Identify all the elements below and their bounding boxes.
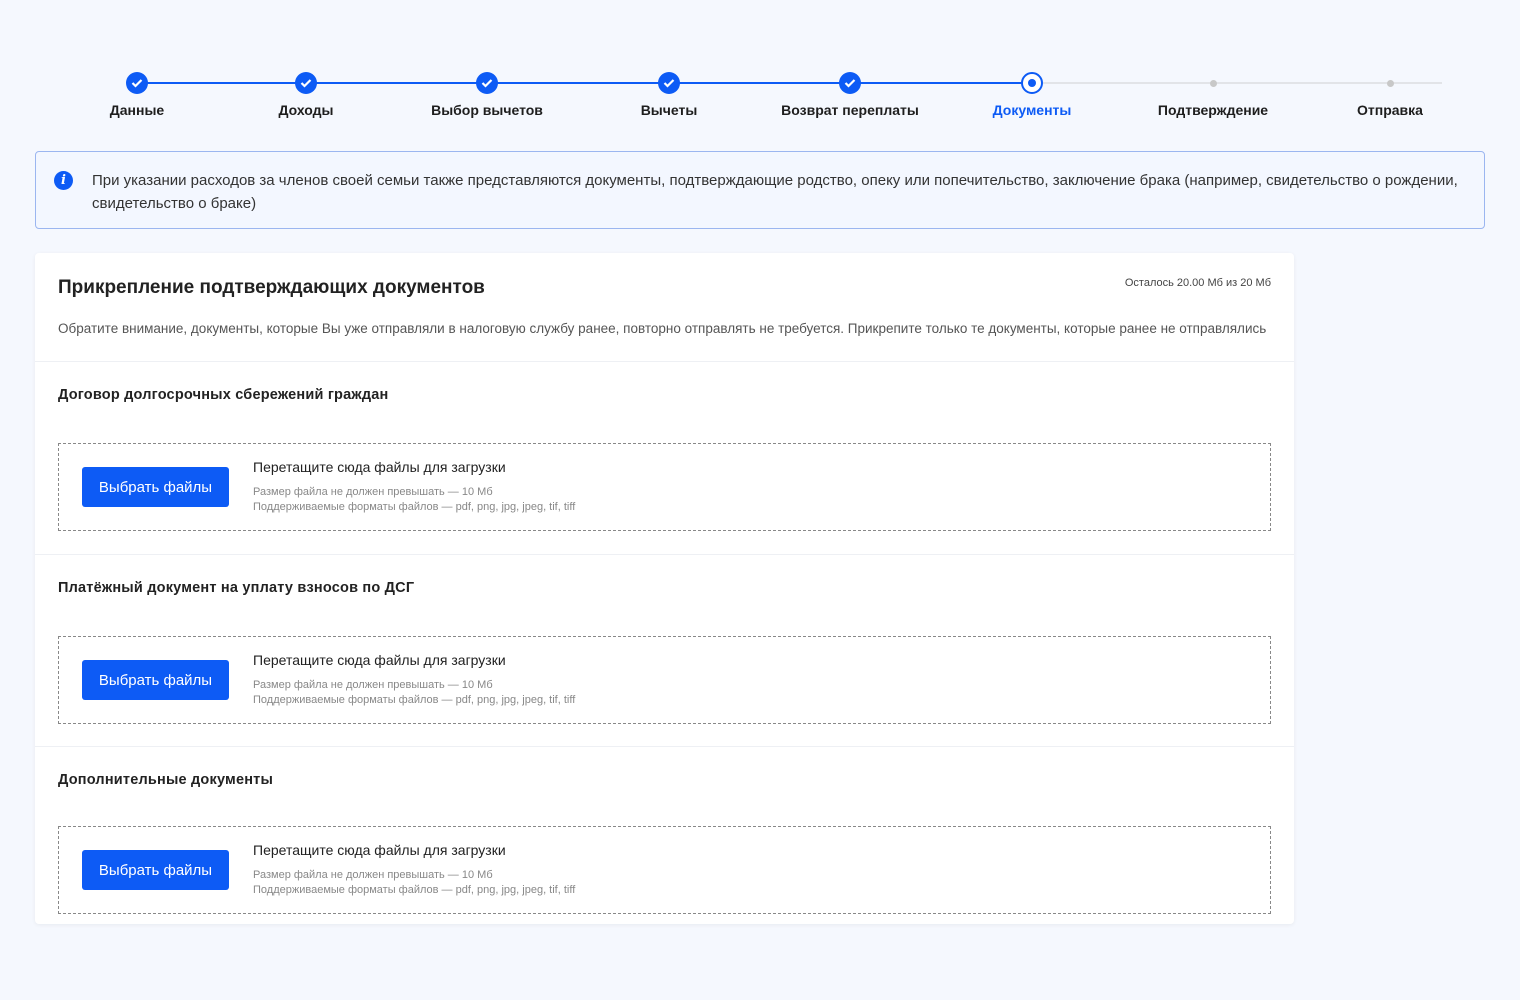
size-hint: Размер файла не должен превышать — 10 Мб	[253, 486, 493, 498]
progress-stepper: Данные Доходы Выбор вычетов Вычеты Возврат п…	[0, 0, 1520, 130]
format-hint: Поддерживаемые форматы файлов — pdf, png…	[253, 884, 576, 896]
step-label: Доходы	[278, 102, 334, 118]
step-label: Вычеты	[640, 102, 698, 118]
choose-files-button[interactable]: Выбрать файлы	[82, 660, 229, 700]
section-title: Договор долгосрочных сбережений граждан	[58, 387, 389, 403]
step-label: Отправка	[1357, 102, 1423, 118]
check-icon	[476, 72, 498, 94]
step-dot-icon	[1021, 72, 1043, 94]
step-label: Выбор вычетов	[431, 102, 543, 118]
section-title: Платёжный документ на уплату взносов по …	[58, 580, 415, 596]
step-4[interactable]: Вычеты	[569, 72, 769, 118]
section-divider	[35, 746, 1294, 747]
step-3[interactable]: Выбор вычетов	[387, 72, 587, 118]
drop-text: Перетащите сюда файлы для загрузки	[253, 459, 506, 475]
size-hint: Размер файла не должен превышать — 10 Мб	[253, 679, 493, 691]
choose-files-button[interactable]: Выбрать файлы	[82, 467, 229, 507]
format-hint: Поддерживаемые форматы файлов — pdf, png…	[253, 501, 576, 513]
card-title: Прикрепление подтверждающих документов	[58, 277, 485, 298]
step-7: Подтверждение	[1113, 72, 1313, 118]
step-5[interactable]: Возврат переплаты	[750, 72, 950, 118]
step-dot-icon	[1202, 72, 1224, 94]
info-text: При указании расходов за членов своей се…	[92, 172, 1458, 212]
size-hint: Размер файла не должен превышать — 10 Мб	[253, 869, 493, 881]
check-icon	[658, 72, 680, 94]
drop-text: Перетащите сюда файлы для загрузки	[253, 652, 506, 668]
check-icon	[839, 72, 861, 94]
file-drop-zone[interactable]: Выбрать файлы Перетащите сюда файлы для …	[58, 826, 1271, 914]
step-label: Документы	[992, 102, 1072, 118]
check-icon	[126, 72, 148, 94]
step-6[interactable]: Документы	[932, 72, 1132, 118]
check-icon	[295, 72, 317, 94]
section-divider	[35, 361, 1294, 362]
section-divider	[35, 554, 1294, 555]
step-label: Возврат переплаты	[781, 102, 919, 118]
step-2[interactable]: Доходы	[206, 72, 406, 118]
card-note: Обратите внимание, документы, которые Вы…	[58, 321, 1267, 336]
info-banner: i При указании расходов за членов своей …	[35, 151, 1485, 229]
step-8: Отправка	[1290, 72, 1490, 118]
storage-quota: Осталось 20.00 Мб из 20 Мб	[1124, 277, 1271, 289]
file-drop-zone[interactable]: Выбрать файлы Перетащите сюда файлы для …	[58, 443, 1271, 531]
section-title: Дополнительные документы	[58, 772, 274, 788]
drop-text: Перетащите сюда файлы для загрузки	[253, 842, 506, 858]
file-drop-zone[interactable]: Выбрать файлы Перетащите сюда файлы для …	[58, 636, 1271, 724]
choose-files-button[interactable]: Выбрать файлы	[82, 850, 229, 890]
step-dot-icon	[1379, 72, 1401, 94]
step-label: Подтверждение	[1157, 102, 1269, 118]
documents-card: Прикрепление подтверждающих документов О…	[35, 253, 1294, 924]
info-icon: i	[54, 171, 73, 190]
format-hint: Поддерживаемые форматы файлов — pdf, png…	[253, 694, 576, 706]
